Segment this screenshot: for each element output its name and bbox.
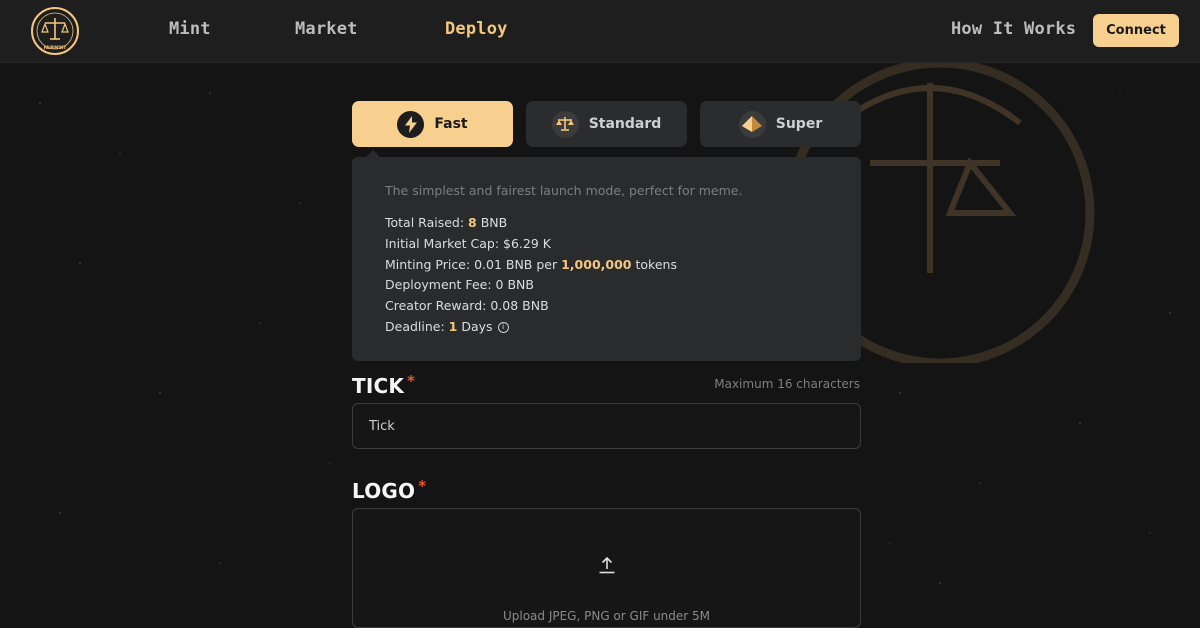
deadline-unit: Days [461,318,493,334]
total-raised-row: Total Raised: 8 BNB [385,213,828,234]
mode-tab-label: Standard [588,116,662,132]
scale-icon [551,110,579,138]
fairmint-logo-icon[interactable]: FAIRMINT [30,6,80,56]
required-asterisk: * [418,477,427,495]
creator-reward-value: 0.08 BNB [490,298,549,314]
deadline-value: 1 [448,318,458,334]
minting-price-row: Minting Price: 0.01 BNB per 1,000,000 to… [385,255,828,276]
required-asterisk: * [407,372,416,390]
total-raised-label: Total Raised: [385,215,465,230]
minting-price-token-amount: 1,000,000 [561,256,632,272]
mode-info-panel: The simplest and fairest launch mode, pe… [352,150,861,361]
nav-link-mint[interactable]: Mint [169,19,211,39]
tick-max-length-hint: Maximum 16 characters [714,377,860,391]
lightning-icon [397,110,425,138]
mode-tab-fast[interactable]: Fast [352,101,513,147]
total-raised-value: 8 [468,215,477,230]
nav-link-deploy[interactable]: Deploy [445,19,508,39]
deadline-row: Deadline: 1 Days i [385,317,828,338]
minting-price-label: Minting Price: [385,256,471,272]
svg-text:FAIRMINT: FAIRMINT [44,45,67,50]
logo-upload-hint: Upload JPEG, PNG or GIF under 5M [502,609,711,623]
logo-upload-dropzone[interactable]: Upload JPEG, PNG or GIF under 5M [352,508,861,628]
nav-link-how-it-works[interactable]: How It Works [951,19,1076,39]
logo-label-text: LOGO [352,479,416,503]
minting-price-unit: tokens [635,256,677,272]
mode-description: The simplest and fairest launch mode, pe… [385,183,743,198]
mode-tab-super[interactable]: Super [700,101,861,147]
deadline-label: Deadline: [385,318,445,334]
connect-wallet-button[interactable]: Connect [1093,14,1179,47]
deployment-fee-value: 0 BNB [495,277,534,293]
total-raised-unit: BNB [480,215,508,230]
logo-field-label: LOGO * [352,477,426,503]
mode-tab-label: Super [775,116,823,132]
initial-market-cap-label: Initial Market Cap: [385,235,500,251]
pyramid-icon [738,110,766,138]
initial-market-cap-row: Initial Market Cap: $6.29 K [385,234,828,255]
initial-market-cap-value: $6.29 K [503,235,551,251]
minting-price-value: 0.01 BNB per [474,256,558,272]
deployment-fee-label: Deployment Fee: [385,277,492,293]
nav-link-market[interactable]: Market [295,19,358,39]
creator-reward-label: Creator Reward: [385,298,487,314]
mode-tab-standard[interactable]: Standard [526,101,687,147]
tick-label-text: TICK [352,374,405,398]
top-navigation-bar: FAIRMINT Mint Market Deploy How It Works… [0,0,1200,63]
deployment-fee-row: Deployment Fee: 0 BNB [385,275,828,296]
tick-field-label: TICK * [352,372,415,398]
upload-icon [599,556,615,574]
tick-input[interactable] [352,403,861,449]
mode-tab-label: Fast [434,116,468,132]
info-icon[interactable]: i [497,321,509,333]
creator-reward-row: Creator Reward: 0.08 BNB [385,296,828,317]
